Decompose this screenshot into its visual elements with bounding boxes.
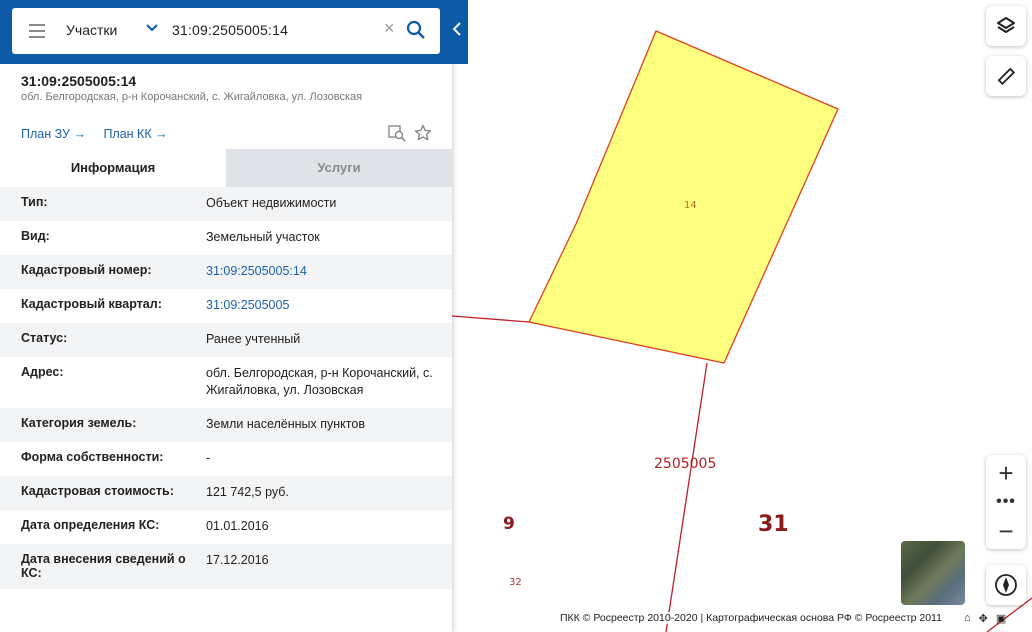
info-table: Тип: Объект недвижимости Вид: Земельный уча…	[0, 187, 452, 589]
info-row: Дата внесения сведений о КС: 17.12.2016	[0, 544, 452, 589]
tab-services[interactable]: Услуги	[226, 149, 452, 187]
info-panel: Участки 31:09:2505005:14 × 31:09:2505005…	[0, 0, 468, 632]
district-label-right: 31	[758, 512, 789, 537]
layers-icon	[997, 17, 1015, 33]
search-input[interactable]: 31:09:2505005:14	[172, 22, 288, 38]
map-canvas	[452, 30, 1032, 632]
search-category[interactable]: Участки	[66, 22, 117, 38]
map-view[interactable]: 14 2505005 9 31 32	[452, 0, 1032, 632]
info-value: Ранее учтенный	[206, 332, 301, 346]
object-number: 31:09:2505005:14	[21, 73, 137, 89]
plan-links: План ЗУ → План КК →	[21, 127, 182, 141]
zoom-in-button[interactable]: +	[986, 455, 1026, 491]
menu-icon[interactable]	[29, 24, 45, 38]
info-key: Кадастровая стоимость:	[21, 484, 174, 498]
block-label: 2505005	[654, 456, 717, 472]
info-key: Дата внесения сведений о КС:	[21, 552, 186, 580]
info-key: Статус:	[21, 331, 68, 345]
info-key: Кадастровый номер:	[21, 263, 152, 277]
search-icon[interactable]	[406, 20, 426, 45]
map-footer-icons: ⌂ ✥ ▣	[964, 612, 1006, 625]
info-value: обл. Белгородская, р-н Корочанский, с. Ж…	[206, 366, 433, 397]
info-row: Кадастровая стоимость: 121 742,5 руб.	[0, 476, 452, 510]
move-icon[interactable]: ✥	[979, 612, 988, 625]
object-address: обл. Белгородская, р-н Корочанский, с. Ж…	[21, 91, 363, 103]
info-row: Адрес: обл. Белгородская, р-н Корочанский…	[0, 357, 452, 408]
info-key: Адрес:	[21, 365, 64, 379]
info-value[interactable]: 31:09:2505005	[206, 297, 436, 314]
preview-icon[interactable]	[388, 124, 406, 147]
info-value: Земли населённых пунктов	[206, 417, 365, 431]
boundary-line	[665, 362, 708, 632]
info-row: Кадастровый номер: 31:09:2505005:14	[0, 255, 452, 289]
zoom-control: + ••• −	[986, 455, 1026, 549]
info-value: Объект недвижимости	[206, 196, 337, 210]
ruler-icon	[997, 67, 1016, 86]
collapse-chevron-icon[interactable]	[452, 22, 462, 39]
map-attribution: ПКК © Росреестр 2010-2020 | Картографиче…	[556, 612, 946, 624]
clear-icon[interactable]: ×	[384, 18, 395, 39]
info-key: Форма собственности:	[21, 450, 164, 464]
zoom-more-button[interactable]: •••	[986, 491, 1026, 513]
plan-zu-link[interactable]: План ЗУ →	[21, 127, 86, 141]
compass-icon	[995, 574, 1017, 596]
info-row: Категория земель: Земли населённых пункто…	[0, 408, 452, 442]
info-key: Категория земель:	[21, 416, 137, 430]
compass-button[interactable]	[986, 565, 1026, 605]
info-key: Дата определения КС:	[21, 518, 160, 532]
layers-button[interactable]	[986, 6, 1026, 46]
tab-info[interactable]: Информация	[0, 149, 226, 187]
info-value: 17.12.2016	[206, 553, 269, 567]
info-value: 01.01.2016	[206, 519, 269, 533]
small-label: 32	[509, 577, 522, 588]
info-key: Тип:	[21, 195, 48, 209]
info-row: Дата определения КС: 01.01.2016	[0, 510, 452, 544]
parcel-label: 14	[684, 200, 697, 211]
info-value: 121 742,5 руб.	[206, 485, 289, 499]
window-icon[interactable]: ▣	[996, 612, 1006, 625]
info-row: Статус: Ранее учтенный	[0, 323, 452, 357]
tabs: Информация Услуги	[0, 149, 452, 187]
info-row: Форма собственности: -	[0, 442, 452, 476]
star-icon[interactable]	[414, 124, 432, 147]
ruler-button[interactable]	[986, 56, 1026, 96]
info-value: Земельный участок	[206, 230, 320, 244]
boundary-line	[452, 315, 530, 323]
info-key: Вид:	[21, 229, 50, 243]
chevron-down-icon[interactable]	[146, 21, 158, 37]
search-box: Участки 31:09:2505005:14 ×	[12, 8, 440, 54]
info-key: Кадастровый квартал:	[21, 297, 162, 311]
search-bar: Участки 31:09:2505005:14 ×	[0, 0, 468, 64]
zoom-out-button[interactable]: −	[986, 513, 1026, 549]
info-row: Кадастровый квартал: 31:09:2505005	[0, 289, 452, 323]
info-value: -	[206, 451, 211, 465]
district-label-left: 9	[503, 514, 515, 534]
info-row: Тип: Объект недвижимости	[0, 187, 452, 221]
info-row: Вид: Земельный участок	[0, 221, 452, 255]
info-value[interactable]: 31:09:2505005:14	[206, 263, 436, 280]
home-icon[interactable]: ⌂	[964, 612, 971, 625]
plan-kk-link[interactable]: План КК →	[103, 127, 167, 141]
basemap-thumbnail[interactable]	[901, 541, 965, 605]
parcel-polygon[interactable]	[528, 30, 839, 364]
